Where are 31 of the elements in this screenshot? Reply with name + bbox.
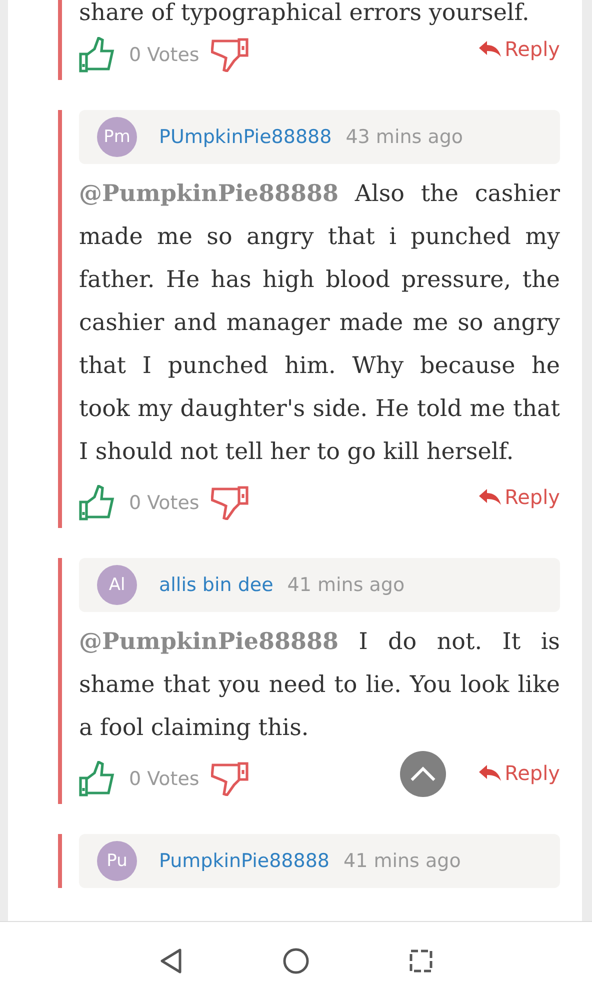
author-link[interactable]: PUmpkinPie88888 bbox=[159, 126, 332, 148]
thumbs-up-icon[interactable] bbox=[79, 485, 115, 521]
reply-icon bbox=[478, 41, 501, 57]
thumbs-down-icon[interactable] bbox=[211, 486, 250, 520]
reply-icon bbox=[478, 489, 501, 505]
comment-text: @PumpkinPie88888 Also the cashier made me so angry that i punched my father. He has high blood pressure, the cashier and manager made me so angry that I punched him. Why because he took my daughter's side. He told me that I should not tell her to go kill herself. bbox=[79, 179, 560, 467]
avatar: Pu bbox=[97, 841, 137, 881]
thumbs-down-icon[interactable] bbox=[211, 38, 250, 72]
chevron-up-icon bbox=[410, 766, 436, 782]
back-icon[interactable] bbox=[159, 948, 184, 974]
timestamp: 41 mins ago bbox=[344, 850, 461, 872]
avatar: Al bbox=[97, 565, 137, 605]
vote-count: 0 Votes bbox=[129, 44, 200, 66]
reply-button[interactable]: Reply bbox=[478, 485, 560, 509]
comment-text: @PumpkinPie88888 I do not. It is shame that you need to lie. You look like a fool claiming this. bbox=[79, 627, 560, 743]
avatar: Pm bbox=[97, 117, 137, 157]
timestamp: 41 mins ago bbox=[287, 574, 405, 596]
author-link[interactable]: allis bin dee bbox=[159, 574, 274, 596]
recents-icon[interactable] bbox=[408, 949, 433, 973]
home-icon[interactable] bbox=[282, 947, 310, 975]
reply-button[interactable]: Reply bbox=[478, 761, 560, 785]
thumbs-up-icon[interactable] bbox=[79, 37, 115, 73]
author-link[interactable]: PumpkinPie88888 bbox=[159, 850, 330, 872]
reply-button[interactable]: Reply bbox=[478, 37, 560, 61]
vote-count: 0 Votes bbox=[129, 768, 200, 790]
comment-text: share of typographical errors yourself. bbox=[79, 0, 530, 26]
timestamp: 43 mins ago bbox=[346, 126, 464, 148]
reply-icon bbox=[478, 765, 501, 781]
thumbs-up-icon[interactable] bbox=[79, 761, 115, 797]
vote-count: 0 Votes bbox=[129, 492, 200, 514]
thumbs-down-icon[interactable] bbox=[211, 762, 250, 796]
